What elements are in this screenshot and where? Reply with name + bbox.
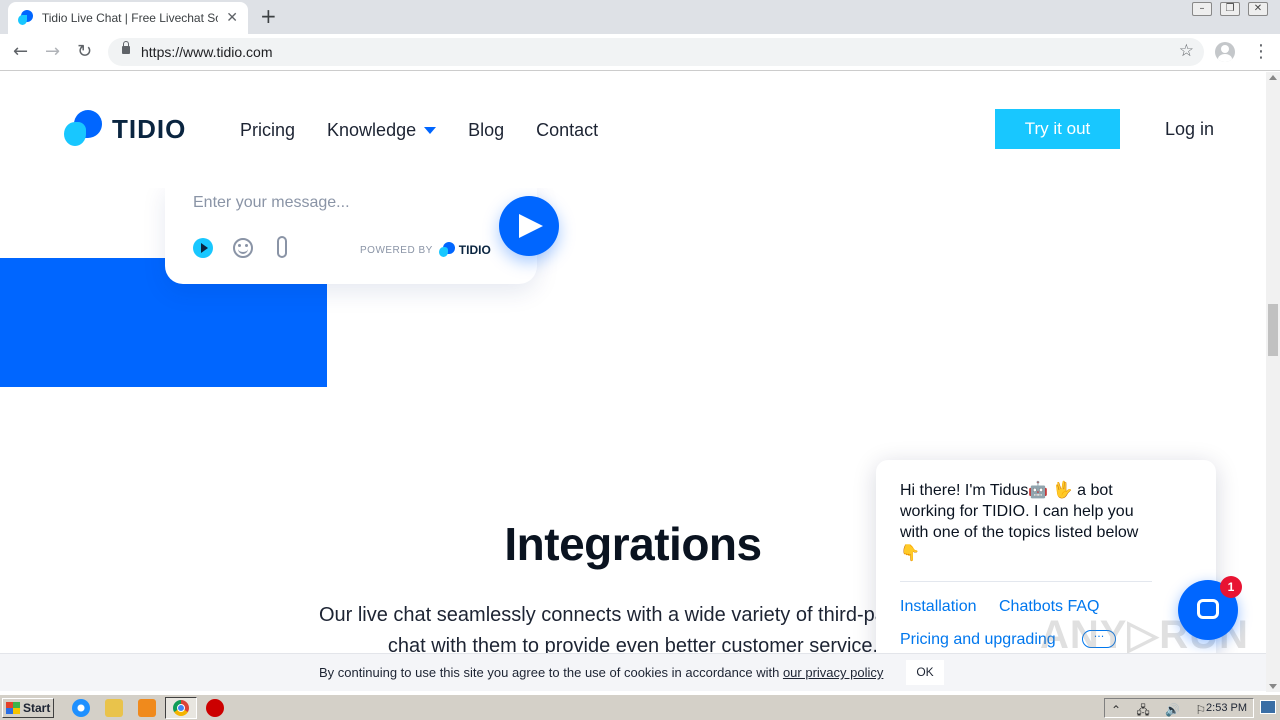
taskbar-chrome-button[interactable] (165, 697, 197, 719)
powered-by-tidio[interactable]: POWERED BY TIDIO (360, 242, 491, 258)
browser-tab[interactable]: Tidio Live Chat | Free Livechat Soluti ✕ (8, 2, 248, 34)
page-scrollbar[interactable] (1266, 72, 1280, 692)
window-close-button[interactable]: ✕ (1248, 2, 1268, 16)
login-link[interactable]: Log in (1165, 119, 1214, 140)
window-controls: – ❐ ✕ (1192, 0, 1268, 16)
scroll-down-arrow-icon[interactable] (1269, 684, 1277, 689)
chat-message-input[interactable]: Enter your message... (193, 194, 350, 212)
logo-text: TIDIO (112, 113, 187, 144)
internet-explorer-icon[interactable] (72, 699, 90, 717)
bookmark-star-icon[interactable]: ☆ (1179, 41, 1194, 61)
taskbar: Start ⌃ 🖧 🔊 ⚐ 2:53 PM (0, 694, 1280, 720)
cookie-text: By continuing to use this site you agree… (319, 665, 883, 680)
option-installation[interactable]: Installation (900, 598, 977, 616)
nav-pricing[interactable]: Pricing (240, 120, 295, 141)
cookie-message: By continuing to use this site you agree… (319, 665, 783, 680)
chevron-down-icon (424, 127, 437, 134)
divider (900, 581, 1152, 582)
cookie-ok-button[interactable]: OK (906, 660, 944, 685)
address-bar[interactable]: https://www.tidio.com ☆ (108, 38, 1204, 66)
start-button[interactable]: Start (2, 698, 54, 718)
show-desktop-icon[interactable] (1260, 700, 1276, 714)
privacy-policy-link[interactable]: our privacy policy (783, 665, 883, 680)
back-arrow-icon[interactable]: ← (13, 42, 28, 62)
lock-icon (122, 41, 130, 54)
powered-brand: TIDIO (458, 243, 491, 257)
bot-message: Hi there! I'm Tidus🤖 🖖 a bot working for… (900, 482, 1139, 562)
media-player-icon[interactable] (138, 699, 156, 717)
tab-title: Tidio Live Chat | Free Livechat Soluti (41, 11, 219, 25)
send-button[interactable] (499, 196, 559, 256)
unread-badge: 1 (1220, 576, 1242, 598)
scroll-up-arrow-icon[interactable] (1269, 75, 1277, 80)
tray-icons[interactable]: ⌃ 🖧 🔊 ⚐ (1111, 701, 1212, 720)
play-icon[interactable] (193, 238, 213, 258)
new-tab-button[interactable]: + (260, 6, 277, 26)
reload-icon[interactable]: ↻ (77, 42, 92, 62)
clock: 2:53 PM (1206, 702, 1247, 714)
windows-logo-icon (6, 702, 20, 714)
chat-bubble-icon (1197, 599, 1219, 619)
stop-icon[interactable] (206, 699, 224, 717)
try-it-out-button[interactable]: Try it out (995, 109, 1120, 149)
profile-avatar-icon[interactable] (1215, 42, 1235, 62)
nav-contact[interactable]: Contact (536, 120, 598, 141)
restore-button[interactable]: ❐ (1220, 2, 1240, 16)
start-label: Start (23, 701, 51, 715)
emoji-icon[interactable] (233, 238, 253, 258)
tidio-logo-icon (438, 242, 455, 258)
option-pricing-upgrading[interactable]: Pricing and upgrading (900, 631, 1056, 649)
chrome-icon (173, 700, 189, 716)
browser-tabstrip: Tidio Live Chat | Free Livechat Soluti ✕… (0, 0, 1280, 34)
scroll-thumb[interactable] (1268, 304, 1278, 356)
main-nav: Pricing Knowledge Blog Contact (240, 120, 598, 141)
chat-demo-box: Enter your message... POWERED BY TIDIO (165, 184, 537, 284)
forward-arrow-icon[interactable]: → (45, 42, 60, 62)
tidio-favicon-icon (18, 10, 34, 26)
close-tab-icon[interactable]: ✕ (226, 10, 238, 26)
nav-knowledge-label: Knowledge (327, 120, 417, 140)
cookie-banner: By continuing to use this site you agree… (0, 653, 1266, 691)
tidio-logo-icon (64, 110, 102, 148)
nav-blog[interactable]: Blog (468, 120, 504, 141)
site-header: TIDIO Pricing Knowledge Blog Contact Try… (0, 72, 1266, 188)
nav-knowledge[interactable]: Knowledge (327, 120, 437, 141)
system-tray: ⌃ 🖧 🔊 ⚐ 2:53 PM (1104, 698, 1254, 718)
url-text: https://www.tidio.com (141, 44, 273, 60)
powered-by-label: POWERED BY (360, 244, 433, 256)
browser-toolbar: ← → ↻ https://www.tidio.com ☆ (0, 34, 1280, 71)
attachment-icon[interactable] (277, 236, 287, 258)
tidio-logo[interactable]: TIDIO (64, 110, 186, 148)
folder-icon[interactable] (105, 699, 123, 717)
minimize-button[interactable]: – (1192, 2, 1212, 16)
browser-menu-icon[interactable]: ⋮ (1252, 42, 1270, 62)
